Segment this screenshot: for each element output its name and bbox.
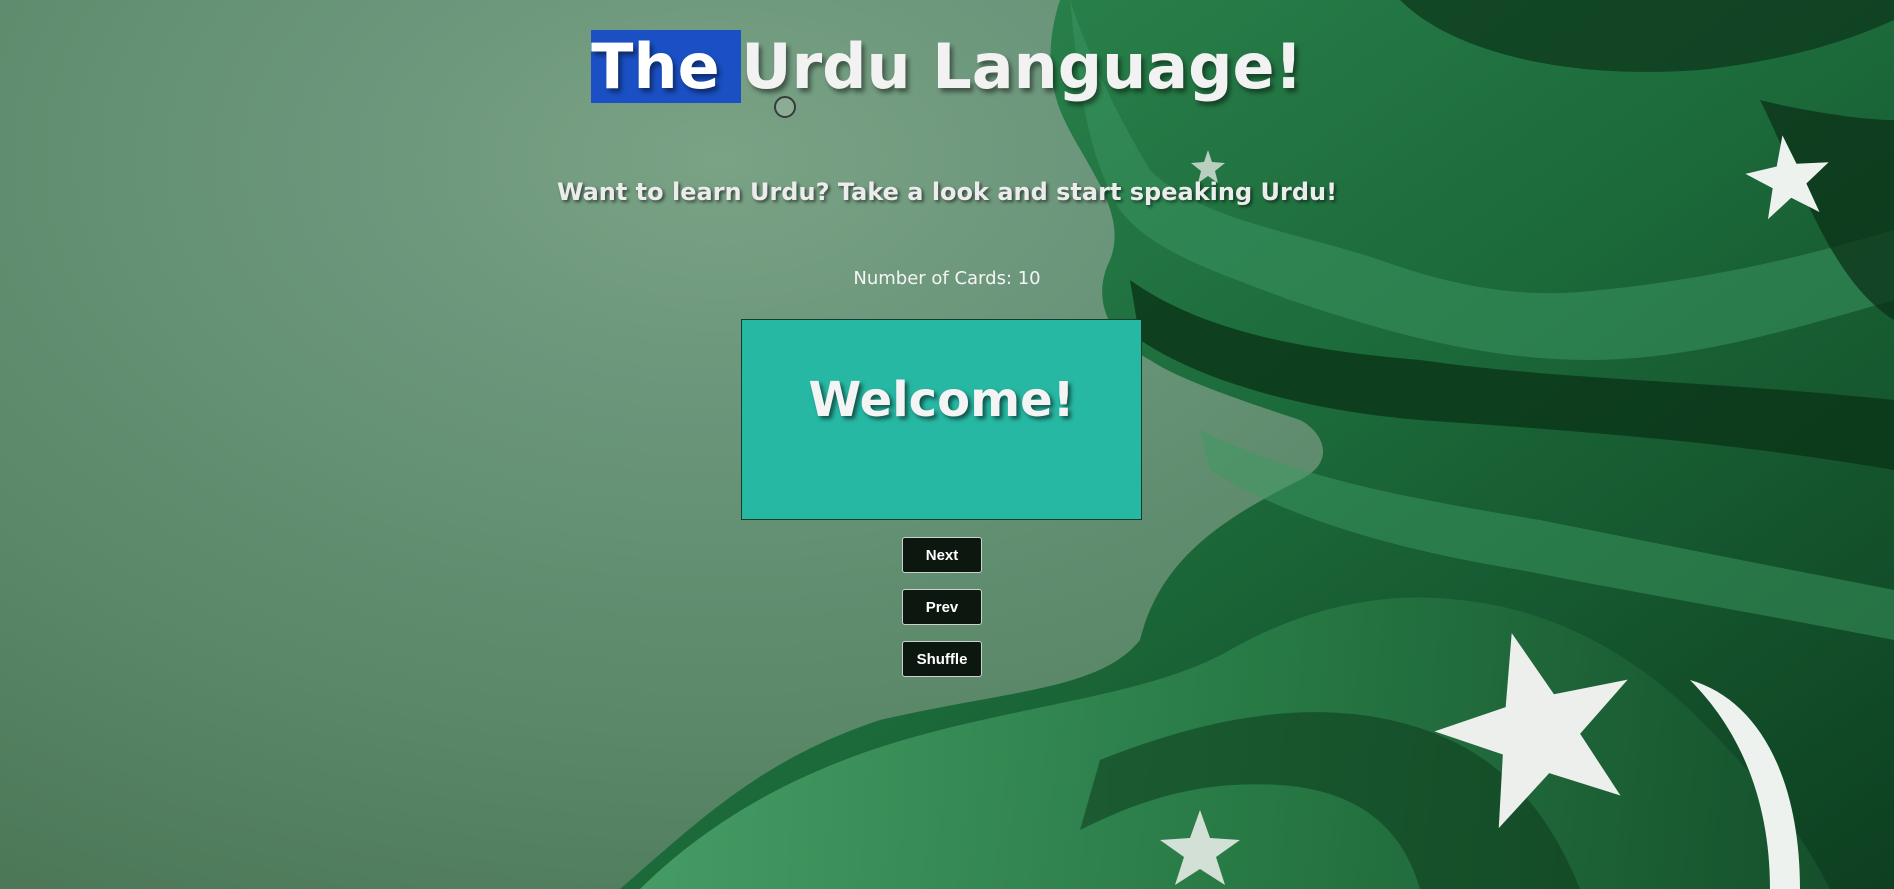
page-subtitle: Want to learn Urdu? Take a look and star… (556, 178, 1338, 206)
prev-button[interactable]: Prev (902, 589, 982, 625)
page-title: The Urdu Language! (0, 22, 1894, 112)
title-text: Urdu Language! (741, 30, 1303, 103)
mouse-cursor-icon (774, 96, 796, 118)
flashcard[interactable]: Welcome! (741, 319, 1142, 520)
title-selected-text: The (591, 30, 742, 103)
page: The Urdu Language! Want to learn Urdu? T… (0, 0, 1894, 889)
flashcard-text: Welcome! (808, 372, 1075, 428)
shuffle-button[interactable]: Shuffle (902, 641, 982, 677)
next-button[interactable]: Next (902, 537, 982, 573)
card-count: Number of Cards: 10 (853, 268, 1041, 289)
main-content: The Urdu Language! Want to learn Urdu? T… (0, 0, 1894, 889)
